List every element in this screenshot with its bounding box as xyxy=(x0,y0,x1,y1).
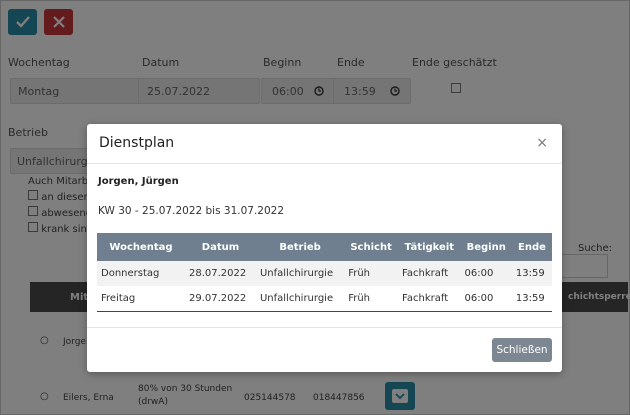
cell-datum: 29.07.2022 xyxy=(185,286,256,312)
cell-ende: 13:59 xyxy=(511,286,552,312)
cell-betrieb: Unfallchirurgie xyxy=(255,286,345,312)
column-header: Wochentag xyxy=(97,233,185,261)
schliessen-button[interactable]: Schließen xyxy=(492,338,552,362)
column-header: Beginn xyxy=(460,233,512,261)
cell-beginn: 06:00 xyxy=(460,286,512,312)
schedule-table: Wochentag Datum Betrieb Schicht Tätigkei… xyxy=(97,233,552,312)
cell-ende: 13:59 xyxy=(511,261,552,286)
dienstplan-modal: Dienstplan × Jorgen, Jürgen KW 30 - 25.0… xyxy=(87,124,562,372)
cell-taetigkeit: Fachkraft xyxy=(398,286,461,312)
column-header: Betrieb xyxy=(255,233,345,261)
modal-close-button[interactable]: × xyxy=(536,135,548,151)
column-header: Tätigkeit xyxy=(398,233,461,261)
modal-title: Dienstplan xyxy=(99,135,175,151)
divider xyxy=(87,327,562,328)
column-header: Schicht xyxy=(344,233,399,261)
cell-schicht: Früh xyxy=(344,261,399,286)
cell-taetigkeit: Fachkraft xyxy=(398,261,461,286)
cell-schicht: Früh xyxy=(344,286,399,312)
week-info: KW 30 - 25.07.2022 bis 31.07.2022 xyxy=(98,205,285,217)
column-header: Datum xyxy=(185,233,256,261)
table-row: Freitag 29.07.2022 Unfallchirurgie Früh … xyxy=(97,286,552,312)
cell-beginn: 06:00 xyxy=(460,261,512,286)
schedule-header-row: Wochentag Datum Betrieb Schicht Tätigkei… xyxy=(97,233,552,261)
cell-wochentag: Freitag xyxy=(97,286,185,312)
employee-name: Jorgen, Jürgen xyxy=(98,176,179,187)
table-row: Donnerstag 28.07.2022 Unfallchirurgie Fr… xyxy=(97,261,552,286)
cell-wochentag: Donnerstag xyxy=(97,261,185,286)
divider xyxy=(87,163,562,164)
cell-betrieb: Unfallchirurgie xyxy=(255,261,345,286)
column-header: Ende xyxy=(511,233,552,261)
cell-datum: 28.07.2022 xyxy=(185,261,256,286)
